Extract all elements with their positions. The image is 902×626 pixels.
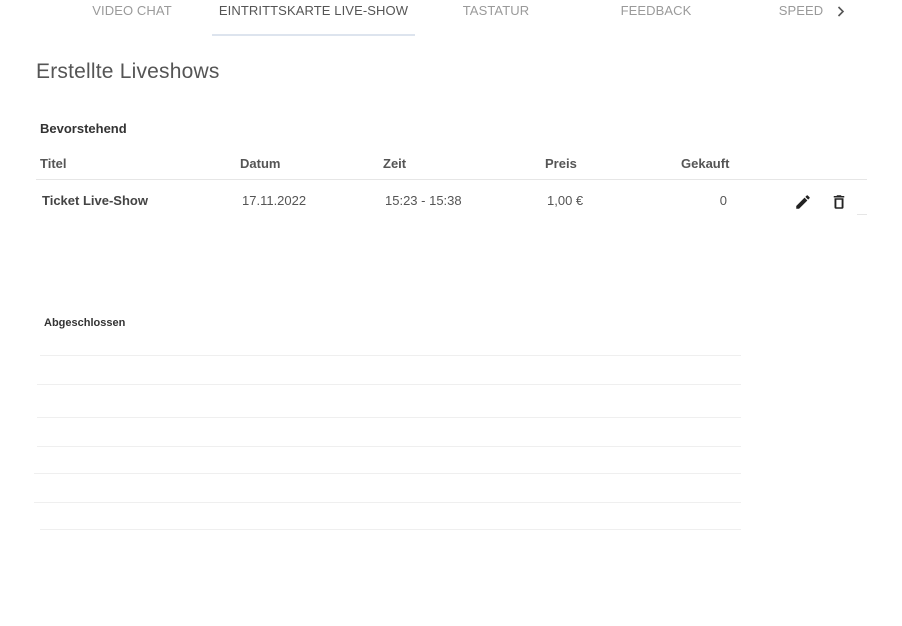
tab-bar: VIDEO CHAT EINTRITTSKARTE LIVE-SHOW TAST… <box>0 0 902 36</box>
empty-row-divider <box>37 384 741 385</box>
row-divider <box>857 214 867 215</box>
tab-eintrittskarte-live-show[interactable]: EINTRITTSKARTE LIVE-SHOW <box>212 0 415 36</box>
cell-price: 1,00 € <box>547 193 584 208</box>
column-header-title: Titel <box>40 156 67 171</box>
table-header-divider <box>36 179 867 180</box>
empty-row-divider <box>34 473 741 474</box>
upcoming-section-label: Bevorstehend <box>40 121 127 136</box>
tab-speed[interactable]: SPEED <box>770 0 832 34</box>
page-title: Erstellte Liveshows <box>36 60 220 83</box>
column-header-bought: Gekauft <box>681 156 730 171</box>
cell-date: 17.11.2022 <box>242 193 307 208</box>
completed-section-label: Abgeschlossen <box>44 317 126 329</box>
column-header-date: Datum <box>240 156 281 171</box>
cell-title: Ticket Live-Show <box>42 193 148 208</box>
page: VIDEO CHAT EINTRITTSKARTE LIVE-SHOW TAST… <box>0 0 902 626</box>
column-header-time: Zeit <box>383 156 407 171</box>
empty-row-divider <box>40 529 741 530</box>
cell-bought: 0 <box>719 193 727 208</box>
tab-video-chat[interactable]: VIDEO CHAT <box>80 0 184 34</box>
tab-feedback[interactable]: FEEDBACK <box>608 0 704 34</box>
delete-icon[interactable] <box>829 192 849 212</box>
cell-time: 15:23 - 15:38 <box>385 193 462 208</box>
column-header-price: Preis <box>545 156 577 171</box>
empty-row-divider <box>37 446 741 447</box>
chevron-right-icon[interactable] <box>834 2 848 20</box>
tab-tastatur[interactable]: TASTATUR <box>450 0 542 34</box>
empty-row-divider <box>34 502 741 503</box>
edit-icon[interactable] <box>793 192 813 212</box>
empty-row-divider <box>40 355 741 356</box>
empty-row-divider <box>37 417 741 418</box>
